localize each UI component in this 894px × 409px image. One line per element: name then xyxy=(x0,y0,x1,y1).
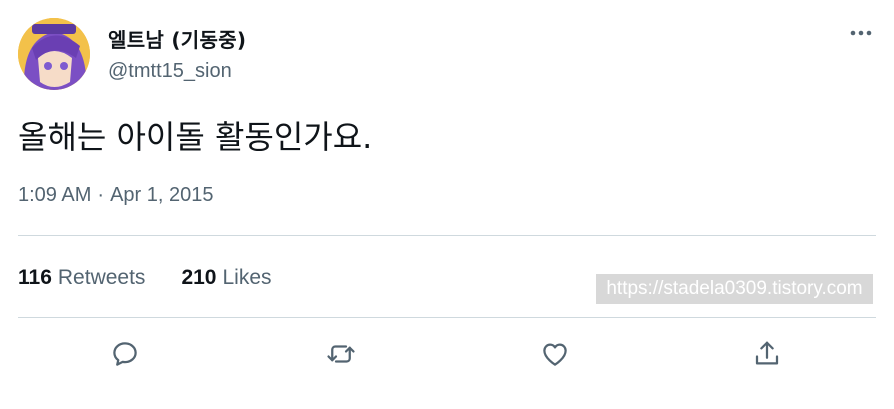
likes-stat[interactable]: 210 Likes xyxy=(181,266,271,290)
watermark: https://stadela0309.tistory.com xyxy=(596,274,873,304)
retweets-stat[interactable]: 116 Retweets xyxy=(18,266,145,290)
tweet-stats: 116 Retweets 210 Likes xyxy=(18,266,272,290)
likes-count: 210 xyxy=(181,266,217,289)
timestamp[interactable]: 1:09 AM · Apr 1, 2015 xyxy=(18,184,213,207)
likes-label: Likes xyxy=(222,266,272,289)
time-separator: · xyxy=(97,184,105,206)
tweet-text: 올해는 아이돌 활동인가요. xyxy=(18,118,373,156)
divider xyxy=(18,235,876,236)
avatar[interactable] xyxy=(18,18,90,90)
like-icon[interactable] xyxy=(537,336,573,372)
display-name[interactable]: 엘트남 (기동중) xyxy=(108,24,246,53)
reply-icon[interactable] xyxy=(107,336,143,372)
share-icon[interactable] xyxy=(749,336,785,372)
action-bar xyxy=(0,336,894,376)
avatar-image xyxy=(18,18,90,90)
divider xyxy=(18,317,876,318)
retweets-count: 116 xyxy=(18,266,52,289)
tweet-time[interactable]: 1:09 AM xyxy=(18,184,91,207)
more-icon[interactable] xyxy=(848,20,874,46)
user-handle[interactable]: @tmtt15_sion xyxy=(108,60,232,83)
tweet-date[interactable]: Apr 1, 2015 xyxy=(110,184,213,207)
retweet-icon[interactable] xyxy=(323,336,359,372)
retweets-label: Retweets xyxy=(57,266,146,289)
